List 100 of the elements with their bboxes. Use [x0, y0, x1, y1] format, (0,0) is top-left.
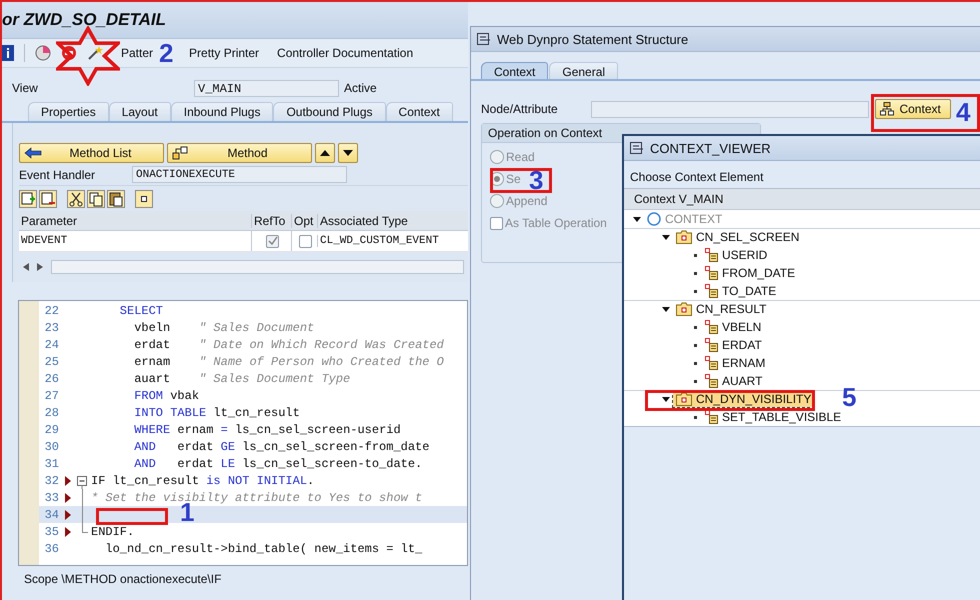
status-text: Scope \METHOD onactionexecute\IF [24, 572, 222, 586]
line-number: 22 [44, 304, 60, 318]
dialog-title: CONTEXT_VIEWER [650, 140, 771, 156]
pie-chart-icon[interactable] [35, 45, 51, 61]
line-number: 34 [44, 508, 60, 522]
tab[interactable]: Layout [108, 102, 171, 121]
context-button[interactable]: Context [875, 99, 951, 119]
code-line: 35 ENDIF. [19, 523, 467, 540]
tab[interactable]: Outbound Plugs [273, 102, 386, 121]
view-label: View [12, 81, 39, 95]
tree-item[interactable]: CN_RESULT [673, 301, 770, 317]
expand-icon[interactable] [662, 234, 670, 240]
delete-row-icon[interactable] [39, 190, 57, 208]
code-line: 36 lo_nd_cn_result->bind_table( new_items = lt_ [19, 540, 467, 557]
column-header: RefTo [251, 214, 291, 228]
hierarchy-icon [172, 146, 188, 160]
tab[interactable]: Context [481, 62, 548, 79]
scrollbar-track[interactable] [51, 260, 464, 274]
method-button[interactable]: Method [167, 143, 312, 163]
code-line: 22 SELECT [19, 302, 467, 319]
step-number: 3 [529, 167, 544, 193]
dialog-title: Web Dynpro Statement Structure [497, 32, 688, 46]
checkbox[interactable] [266, 234, 279, 248]
radio-label: Append [506, 194, 548, 208]
attribute-icon [705, 320, 718, 334]
line-number: 26 [44, 372, 60, 386]
step-number: 4 [956, 99, 970, 125]
insert-row-icon[interactable] [19, 190, 37, 208]
attribute-icon [705, 338, 718, 352]
attribute-icon [705, 410, 718, 424]
tree-item[interactable]: TO_DATE [702, 283, 780, 299]
method-list-button[interactable]: Method List [19, 143, 164, 163]
line-number: 32 [44, 474, 60, 488]
line-number: 27 [44, 388, 60, 402]
bullet-icon [694, 272, 696, 274]
move-up-button[interactable] [315, 143, 335, 163]
window-icon [630, 142, 644, 154]
event-handler-field[interactable]: ONACTIONEXECUTE [132, 166, 347, 183]
toolbar-button[interactable]: Controller Documentation [277, 46, 414, 60]
toolbar-button[interactable]: Patter [121, 46, 154, 60]
code-line: 31 AND erdat LE ls_cn_sel_screen-to_date. [19, 455, 467, 472]
window-icon [477, 33, 491, 45]
tree-item[interactable]: CN_SEL_SCREEN [673, 229, 802, 245]
stop-icon[interactable] [61, 45, 77, 61]
step-number: 2 [159, 40, 174, 66]
tab[interactable]: Inbound Plugs [170, 102, 274, 121]
line-number: 29 [44, 422, 60, 436]
radio-label: Se [506, 172, 521, 186]
back-arrow-icon [24, 147, 42, 159]
code-line: 24 erdat " Date on Which Record Was Created [19, 336, 467, 353]
folder-icon [676, 392, 692, 406]
bullet-icon [694, 326, 696, 328]
event-handler-label: Event Handler [19, 168, 96, 182]
tree-header: Context V_MAIN [634, 192, 724, 206]
scroll-left-icon[interactable] [23, 263, 29, 271]
tree-item[interactable]: ERNAM [702, 355, 768, 371]
tree-item[interactable]: AUART [702, 373, 766, 389]
cut-icon[interactable] [67, 190, 85, 208]
view-field[interactable]: V_MAIN [194, 80, 339, 96]
square-icon[interactable] [135, 190, 153, 208]
attribute-icon [705, 356, 718, 370]
view-status: Active [344, 81, 377, 95]
code-line: 26 auart " Sales Document Type [19, 370, 467, 387]
tree-item[interactable]: ERDAT [702, 337, 765, 353]
star-annotation [56, 26, 120, 86]
line-number: 24 [44, 338, 60, 352]
node-attribute-label: Node/Attribute [481, 102, 559, 116]
tree-item[interactable]: USERID [702, 247, 770, 263]
tree-item[interactable]: VBELN [702, 319, 764, 335]
tab[interactable]: Context [386, 102, 453, 121]
tab[interactable]: Properties [28, 102, 109, 121]
checkbox[interactable] [299, 234, 312, 248]
tree-item[interactable]: SET_TABLE_VISIBLE [702, 409, 844, 425]
bullet-icon [694, 344, 696, 346]
toolbar-button[interactable]: Pretty Printer [189, 46, 260, 60]
step-number: 5 [842, 384, 856, 410]
move-down-button[interactable] [338, 143, 358, 163]
info-icon[interactable] [2, 45, 14, 61]
highlight-frame [96, 508, 168, 525]
hierarchy-icon [880, 102, 894, 116]
bullet-icon [694, 290, 696, 292]
tree-item[interactable]: FROM_DATE [702, 265, 798, 281]
window-title: or ZWD_SO_DETAIL [2, 10, 166, 30]
attribute-icon [705, 284, 718, 298]
code-line: 28 INTO TABLE lt_cn_result [19, 404, 467, 421]
scroll-right-icon[interactable] [37, 263, 43, 271]
copy-icon[interactable] [87, 190, 105, 208]
table-cell: CL_WD_CUSTOM_EVENT [317, 235, 468, 247]
expand-icon[interactable] [633, 216, 641, 222]
magic-wand-icon[interactable] [87, 45, 103, 61]
line-number: 33 [44, 490, 60, 504]
paste-icon[interactable] [107, 190, 125, 208]
expand-icon[interactable] [662, 396, 670, 402]
tab[interactable]: General [549, 62, 618, 79]
node-attribute-field[interactable] [590, 100, 870, 118]
code-line: 25 ernam " Name of Person who Created the O [19, 353, 467, 370]
group-title: Operation on Context [488, 126, 602, 140]
expand-icon[interactable] [662, 306, 670, 312]
line-number: 28 [44, 406, 60, 420]
line-number: 25 [44, 354, 60, 368]
